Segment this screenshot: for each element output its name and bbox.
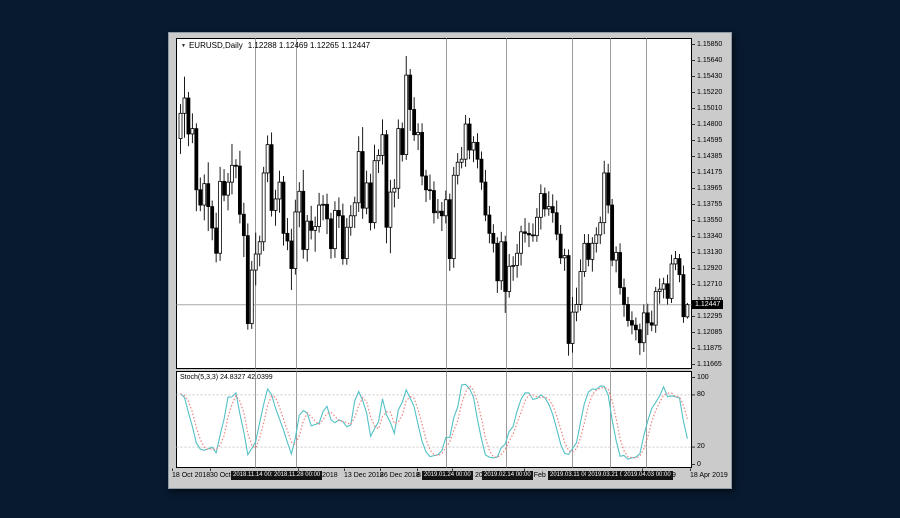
price-tick-label: 1.14800	[697, 121, 722, 129]
stoch-level-label: 0	[697, 461, 701, 469]
price-tick-label: 1.12710	[697, 281, 722, 289]
ohlc-values: 1.12288 1.12469 1.12265 1.12447	[248, 41, 370, 50]
price-tick-label: 1.12920	[697, 265, 722, 273]
price-tick-label: 1.14595	[697, 137, 722, 145]
time-tick-label: 13 Dec 2018	[344, 472, 384, 480]
time-tick-label: 18 Oct 2018	[172, 472, 210, 480]
indicator-label: Stoch(5,3,3) 24.8327 42.0399	[180, 374, 273, 381]
price-tick-label: 1.11665	[697, 361, 722, 369]
price-tick-label: 1.13340	[697, 233, 722, 241]
desktop-background: ▼EURUSD,Daily 1.12288 1.12469 1.12265 1.1…	[0, 0, 900, 518]
stochastic-panel[interactable]	[177, 372, 692, 468]
price-tick-label: 1.11875	[697, 345, 722, 353]
quick-trade-arrow-icon[interactable]: ▼	[181, 43, 186, 49]
chart-title: ▼EURUSD,Daily 1.12288 1.12469 1.12265 1.1…	[181, 41, 370, 50]
symbol-period-label: EURUSD,Daily	[189, 41, 243, 50]
stoch-level-label: 20	[697, 443, 705, 451]
price-tick-label: 1.15850	[697, 41, 722, 49]
price-tick-label: 1.13755	[697, 201, 722, 209]
price-tick-label: 1.14175	[697, 169, 722, 177]
price-tick-label: 1.13965	[697, 185, 722, 193]
price-tick-label: 1.14385	[697, 153, 722, 161]
stoch-level-label: 80	[697, 391, 705, 399]
price-tick-label: 1.13130	[697, 249, 722, 257]
time-tick-label: 18 Apr 2019	[690, 472, 728, 480]
time-marker-label: 2019.04.03 00:00	[622, 471, 673, 480]
time-marker-label: 2018.11.28 00:00	[272, 471, 322, 480]
price-tick-label: 1.12295	[697, 313, 722, 321]
time-marker-label: 2019.01.24 00:00	[422, 471, 473, 480]
time-tick-label: 26 Dec 2018	[380, 472, 420, 480]
current-price-tag: 1.12447	[692, 300, 723, 309]
price-tick-label: 1.13550	[697, 217, 722, 225]
price-tick-label: 1.12085	[697, 329, 722, 337]
price-tick-label: 1.15640	[697, 57, 722, 65]
candlestick-chart-canvas[interactable]	[0, 0, 900, 518]
time-marker-label: 2019.02.14 00:00	[482, 471, 533, 480]
price-tick-label: 1.15010	[697, 105, 722, 113]
price-tick-label: 1.15430	[697, 73, 722, 81]
price-tick-label: 1.15220	[697, 89, 722, 97]
stoch-level-label: 100	[697, 374, 709, 382]
